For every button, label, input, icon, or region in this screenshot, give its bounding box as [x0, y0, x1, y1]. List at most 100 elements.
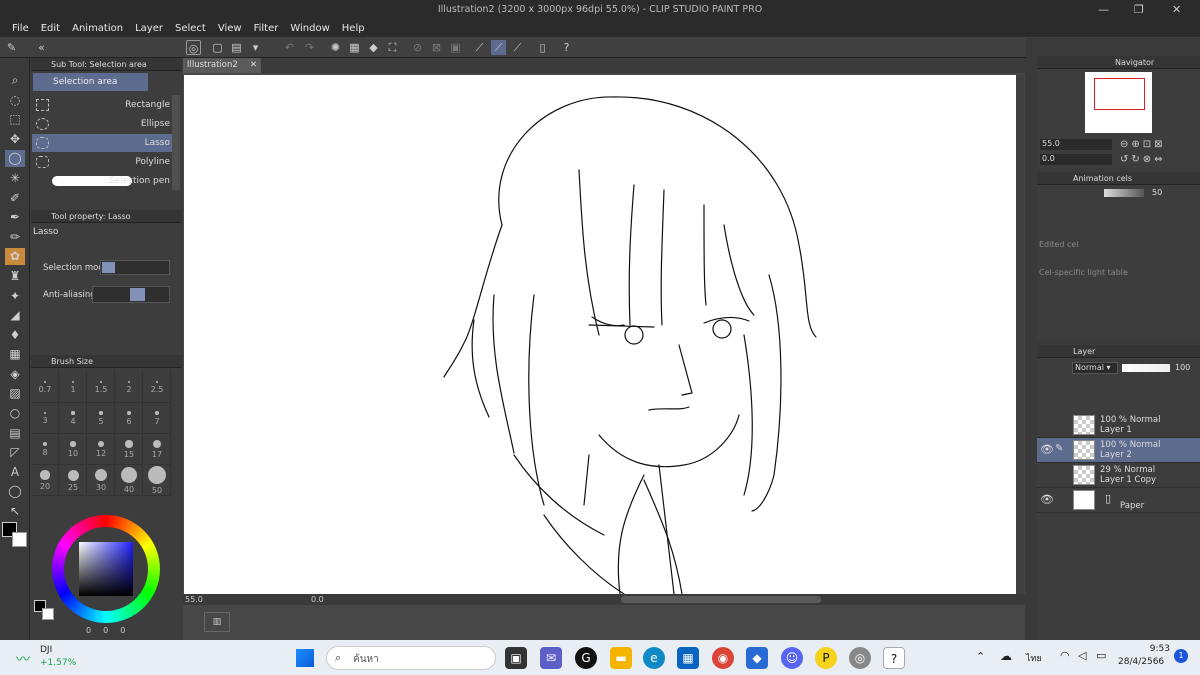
brush-size-cell[interactable]: 50 [144, 463, 171, 496]
task-view-icon[interactable]: ▣ [505, 647, 527, 669]
object-tool-icon[interactable]: ⬚ [5, 111, 25, 128]
help-icon[interactable]: ? [559, 40, 574, 55]
clip-studio-taskbar-icon[interactable]: ◎ [849, 647, 871, 669]
brush-size-cell[interactable]: 12 [88, 432, 115, 465]
drawing-canvas[interactable] [184, 75, 1016, 594]
brush-size-cell[interactable]: 40 [116, 463, 143, 496]
snap-grid-icon[interactable]: ⟋ [510, 40, 525, 55]
eye-icon[interactable]: 👁 [1040, 493, 1054, 506]
clip-studio-paint-icon[interactable]: ? [883, 647, 905, 669]
start-icon[interactable] [296, 649, 314, 667]
vertical-scrollbar[interactable] [1016, 75, 1024, 594]
canvas-zoom-value[interactable]: 55.0 [185, 594, 203, 605]
brush-size-cell[interactable]: 7 [144, 401, 171, 434]
layer-row[interactable]: 29 % Normal Layer 1 Copy [1037, 463, 1200, 488]
new-file-icon[interactable]: ▢ [210, 40, 225, 55]
stock-chart-icon[interactable]: 〰 [16, 649, 30, 669]
correct-line-tool-icon[interactable]: ↖ [5, 503, 25, 520]
eyedropper-tool-icon[interactable]: ✐ [5, 190, 25, 207]
brush-size-cell[interactable]: 1 [60, 370, 87, 403]
volume-icon[interactable]: ◁ [1078, 649, 1086, 662]
canvas-angle-value[interactable]: 0.0 [311, 594, 324, 605]
app-g-icon[interactable]: G [575, 647, 597, 669]
menu-layer[interactable]: Layer [135, 23, 163, 34]
anti-aliasing-buttons[interactable] [92, 286, 170, 303]
navigator-angle[interactable]: 0.0 [1040, 154, 1112, 165]
brush-size-cell[interactable]: 4 [60, 401, 87, 434]
notification-badge[interactable]: 1 [1174, 649, 1188, 663]
redo-icon[interactable]: ↷ [302, 40, 317, 55]
subtool-scrollbar[interactable] [172, 95, 180, 190]
subtool-polyline[interactable]: Polyline [32, 153, 172, 171]
cel-opacity-value[interactable]: 50 [1152, 188, 1162, 197]
color-sub-swatch[interactable] [42, 608, 54, 620]
eye-icon[interactable]: 👁 [1040, 443, 1054, 456]
clear-outside-icon[interactable]: ▦ [347, 40, 362, 55]
menu-filter[interactable]: Filter [254, 23, 279, 34]
text-tool-icon[interactable]: A [5, 464, 25, 481]
open-file-icon[interactable]: ▤ [229, 40, 244, 55]
snap-ruler-icon[interactable]: ⟋ [472, 40, 487, 55]
save-icon[interactable]: ▾ [248, 40, 263, 55]
subtool-group-tab[interactable]: Selection area [33, 73, 148, 91]
wifi-icon[interactable]: ◠ [1060, 649, 1070, 662]
menu-animation[interactable]: Animation [72, 23, 123, 34]
discord-icon[interactable]: ☺ [781, 647, 803, 669]
airbrush-tool-icon[interactable]: ♜ [5, 268, 25, 285]
brush-icon[interactable]: ✎ [4, 40, 19, 55]
brush-size-cell[interactable]: 15 [116, 432, 143, 465]
minimize-button[interactable]: — [1098, 0, 1109, 20]
menu-window[interactable]: Window [290, 23, 329, 34]
frame-tool-icon[interactable]: ▤ [5, 425, 25, 442]
brush-size-cell[interactable]: 5 [88, 401, 115, 434]
close-button[interactable]: ✕ [1172, 0, 1181, 20]
clip-studio-icon[interactable]: ◎ [186, 40, 201, 55]
horizontal-scrollbar[interactable] [621, 596, 821, 603]
navigator-preview[interactable] [1085, 72, 1152, 133]
brush-size-cell[interactable]: 20 [32, 463, 59, 496]
maximize-button[interactable]: ❐ [1134, 0, 1144, 20]
collapse-left-icon[interactable]: « [34, 40, 49, 55]
decoration-tool-icon[interactable]: ✦ [5, 288, 25, 305]
brush-size-cell[interactable]: 1.5 [88, 370, 115, 403]
teams-icon[interactable]: ✉ [540, 647, 562, 669]
subtool-selection-pen[interactable]: Selection pen [32, 172, 172, 190]
timeline-toggle-icon[interactable]: ▥ [204, 612, 230, 632]
undo-icon[interactable]: ↶ [282, 40, 297, 55]
tab-close-icon[interactable]: ✕ [250, 58, 257, 73]
selection-tool-icon[interactable]: ◯ [5, 150, 25, 167]
cloud-icon[interactable]: ☁ [1000, 649, 1012, 663]
subtool-lasso[interactable]: Lasso [32, 134, 172, 152]
cel-opacity-slider[interactable] [1104, 189, 1144, 197]
invert-selection-icon[interactable]: ⊠ [429, 40, 444, 55]
show-selection-icon[interactable]: ▣ [448, 40, 463, 55]
pencil-tool-icon[interactable]: ✏ [5, 229, 25, 246]
sub-color-swatch[interactable] [12, 532, 27, 547]
widget-name[interactable]: DJI [40, 645, 52, 655]
fill-icon[interactable]: ◆ [366, 40, 381, 55]
app-p-icon[interactable]: P [815, 647, 837, 669]
menu-select[interactable]: Select [175, 23, 206, 34]
brush-size-cell[interactable]: 2.5 [144, 370, 171, 403]
blend-tool-icon[interactable]: ♦ [5, 327, 25, 344]
fill-tool-icon[interactable]: ◈ [5, 366, 25, 383]
file-explorer-icon[interactable]: ▬ [610, 647, 632, 669]
layer-opacity-slider[interactable] [1122, 364, 1170, 372]
layer-opacity-value[interactable]: 100 [1175, 363, 1190, 372]
edge-icon[interactable]: e [643, 647, 665, 669]
clear-icon[interactable]: ✺ [328, 40, 343, 55]
auto-select-tool-icon[interactable]: ✳ [5, 170, 25, 187]
gradient-tool-icon[interactable]: ▨ [5, 385, 25, 402]
selection-mode-buttons[interactable] [100, 260, 170, 275]
layer-row[interactable]: 👁 ✎ 100 % Normal Layer 2 [1037, 438, 1200, 463]
balloon-tool-icon[interactable]: ◯ [5, 483, 25, 500]
layer-row[interactable]: 👁 ▯ Paper [1037, 488, 1200, 513]
brush-size-cell[interactable]: 17 [144, 432, 171, 465]
eraser-tool-icon[interactable]: ◢ [5, 307, 25, 324]
deselect-icon[interactable]: ⊘ [410, 40, 425, 55]
pen-tool-icon[interactable]: ✒ [5, 209, 25, 226]
brush-size-cell[interactable]: 0.7 [32, 370, 59, 403]
language-indicator[interactable]: ไทย [1026, 651, 1042, 665]
menu-file[interactable]: File [12, 23, 29, 34]
brush-size-cell[interactable]: 3 [32, 401, 59, 434]
